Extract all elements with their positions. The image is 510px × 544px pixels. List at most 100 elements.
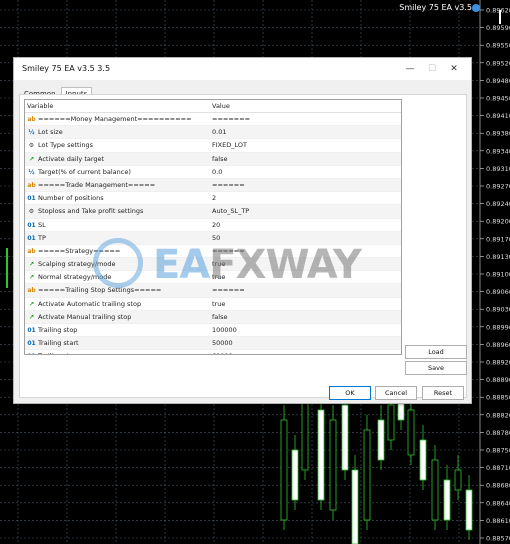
price-tick-label: 0.88780 [486, 429, 510, 437]
candle [301, 399, 309, 471]
param-name: SL [38, 220, 46, 229]
param-value[interactable]: ====== [212, 247, 245, 255]
candle [419, 439, 427, 481]
price-tick-label: 0.88710 [486, 464, 510, 472]
column-header-value[interactable]: Value [212, 102, 230, 110]
candle [291, 449, 299, 501]
candle [454, 469, 462, 491]
price-tick-label: 0.88750 [486, 447, 510, 455]
param-value[interactable]: Auto_SL_TP [212, 207, 249, 215]
reset-button[interactable]: Reset [422, 386, 464, 400]
param-value[interactable]: false [212, 155, 227, 163]
param-name: =====Trade Management===== [38, 180, 156, 189]
param-row[interactable]: ↗ Activate Automatic trailing stop true [25, 298, 401, 311]
param-value[interactable]: true [212, 273, 225, 281]
param-value[interactable]: 20 [212, 221, 220, 229]
candle [329, 419, 337, 511]
candle [317, 409, 325, 501]
candle [443, 479, 451, 521]
column-header-variable[interactable]: Variable [27, 102, 53, 110]
maximize-icon[interactable]: ☐ [421, 61, 443, 77]
param-value[interactable]: 60000 [212, 352, 233, 354]
param-rows: ab ======Money Management========== ======… [25, 113, 401, 354]
param-row[interactable]: ↗ Normal strategy/mode true [25, 271, 401, 285]
param-row[interactable]: ↗ Scalping strategy/mode true [25, 258, 401, 272]
price-tick-label: 0.89520 [486, 59, 510, 67]
bool-param-icon: ↗ [28, 261, 35, 269]
param-name-cell: ⚙ Stoploss and Take profit settings [27, 207, 144, 216]
int-param-icon: 01 [27, 234, 36, 242]
param-row[interactable]: ab =====Trade Management===== ====== [25, 178, 401, 193]
param-row[interactable]: 01 Number of positions 2 [25, 192, 401, 206]
param-row[interactable]: ⚙ Lot Type settings FIXED_LOT [25, 139, 401, 153]
param-value[interactable]: 2 [212, 194, 216, 202]
param-value[interactable]: ====== [212, 181, 245, 189]
candle [465, 489, 473, 531]
load-button[interactable]: Load [405, 345, 467, 359]
param-value[interactable]: 0.0 [212, 168, 222, 176]
param-value[interactable]: ======= [212, 115, 250, 123]
param-value[interactable]: 100000 [212, 326, 237, 334]
cancel-button[interactable]: Cancel [375, 386, 417, 400]
price-tick-label: 0.89410 [486, 112, 510, 120]
close-icon[interactable]: ✕ [443, 61, 465, 77]
price-tick-label: 0.89100 [486, 271, 510, 279]
param-name-cell: ↗ Scalping strategy/mode [27, 260, 115, 268]
ea-properties-dialog: Smiley 75 EA v3.5 3.5 — ☐ ✕ CommonInputs… [13, 57, 472, 404]
inputs-grid: Variable Value ab ======Money Management=… [24, 99, 402, 355]
double-param-icon: ½ [28, 168, 35, 176]
price-tick-label: 0.89450 [486, 95, 510, 103]
dialog-title: Smiley 75 EA v3.5 3.5 [22, 64, 111, 73]
price-tick-label: 0.88890 [486, 376, 510, 384]
param-value[interactable]: false [212, 313, 227, 321]
param-name-cell: ↗ Activate Automatic trailing stop [27, 300, 141, 308]
param-row[interactable]: ⚙ Stoploss and Take profit settings Auto_S… [25, 205, 401, 219]
param-value[interactable]: FIXED_LOT [212, 141, 247, 149]
param-row[interactable]: 01Trailing step 60000 [25, 350, 401, 354]
param-row[interactable]: 01 TP 50 [25, 231, 401, 245]
int-param-icon: 01 [27, 353, 36, 354]
enum-param-icon: ⚙ [28, 208, 35, 216]
price-tick-label: 0.88680 [486, 482, 510, 490]
param-row[interactable]: ab =====Trailing Stop Settings===== ====== [25, 284, 401, 298]
param-name: Activate daily target [38, 154, 105, 163]
param-value[interactable]: 50 [212, 234, 220, 242]
param-value[interactable]: true [212, 260, 225, 268]
int-param-icon: 01 [27, 340, 36, 348]
ok-button[interactable]: OK [329, 386, 371, 400]
int-param-icon: 01 [27, 327, 36, 334]
string-param-icon: ab [27, 247, 36, 255]
param-row[interactable]: ab ======Money Management========== ======… [25, 113, 401, 127]
param-value[interactable]: ====== [212, 286, 245, 294]
bool-param-icon: ↗ [28, 155, 35, 163]
param-row[interactable]: ½ Target(% of current balance) 0.0 [25, 166, 401, 179]
price-tick-label: 0.88850 [486, 394, 510, 402]
save-button[interactable]: Save [405, 361, 467, 375]
param-name-cell: ½ Lot size [27, 128, 62, 136]
param-row[interactable]: 01 SL 20 [25, 219, 401, 232]
param-row[interactable]: ↗ Activate daily target false [25, 152, 401, 166]
price-tick-label: 0.89480 [486, 77, 510, 85]
param-row[interactable]: ½ Lot size 0.01 [25, 126, 401, 140]
minimize-icon[interactable]: — [399, 61, 421, 77]
param-name: TP [38, 233, 46, 242]
param-name: =====Trailing Stop Settings===== [38, 286, 162, 295]
int-param-icon: 01 [27, 221, 36, 229]
param-name-cell: 01 TP [27, 234, 46, 242]
param-name: Trailing step [38, 352, 77, 354]
price-tick-label: 0.88610 [486, 517, 510, 525]
param-row[interactable]: ab =====Strategy===== ====== [25, 245, 401, 259]
param-name-cell: ↗ Normal strategy/mode [27, 273, 111, 281]
param-name-cell: 01 Trailing stop [27, 326, 77, 334]
param-row[interactable]: ↗ Activate Manual trailing stop false [25, 310, 401, 324]
price-tick-label: 0.88570 [486, 535, 510, 543]
param-value[interactable]: 50000 [212, 339, 233, 347]
price-tick-label: 0.89380 [486, 130, 510, 138]
param-name: =====Strategy===== [38, 246, 121, 255]
param-value[interactable]: true [212, 300, 225, 308]
param-name: Normal strategy/mode [38, 273, 112, 282]
param-row[interactable]: 01 Trailing stop 100000 [25, 324, 401, 338]
param-row[interactable]: 01 Trailing start 50000 [25, 337, 401, 351]
price-tick-label: 0.88990 [486, 323, 510, 331]
param-value[interactable]: 0.01 [212, 128, 226, 136]
